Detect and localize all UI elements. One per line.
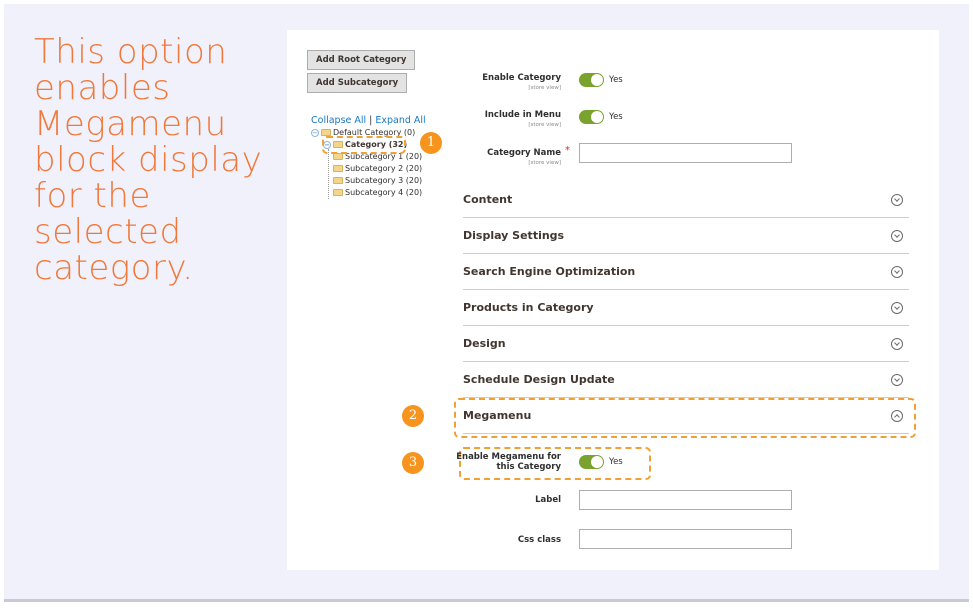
section-title: Design (463, 337, 506, 350)
tree-connector (328, 149, 329, 199)
chevron-down-icon[interactable] (891, 266, 903, 278)
chevron-down-icon[interactable] (891, 230, 903, 242)
caption-line: block display (34, 140, 263, 180)
toggle-value: Yes (609, 112, 623, 122)
tree-node-subcategory[interactable]: Subcategory 2 (20) (333, 163, 422, 174)
step-badge-1: 1 (420, 132, 442, 154)
scope-text: [store view] (528, 122, 561, 128)
enable-megamenu-label: Enable Megamenu for this Category (447, 452, 561, 472)
enable-category-toggle[interactable] (579, 73, 604, 87)
scope-text: [store view] (528, 160, 561, 166)
folder-icon (333, 189, 343, 196)
folder-icon (333, 177, 343, 184)
expand-all-link[interactable]: Expand All (375, 115, 425, 126)
megamenu-label-label: Label (447, 495, 561, 505)
section-title: Search Engine Optimization (463, 265, 636, 278)
tree-node-subcategory[interactable]: Subcategory 4 (20) (333, 187, 422, 198)
tree-toggle-links: Collapse All | Expand All (311, 115, 426, 126)
caption-line: Megamenu (34, 104, 227, 144)
add-root-category-button[interactable]: Add Root Category (307, 50, 416, 70)
caption-line: This option (34, 32, 228, 72)
css-class-input[interactable] (579, 529, 792, 549)
caption-text: This option enables Megamenu block displ… (34, 34, 274, 286)
category-name-input[interactable] (579, 143, 792, 163)
chevron-down-icon[interactable] (891, 338, 903, 350)
field-label-text: Enable Category (482, 73, 561, 83)
caption-line: selected (34, 212, 182, 252)
toggle-value: Yes (609, 75, 623, 85)
link-separator: | (369, 115, 373, 126)
section-title: Products in Category (463, 301, 594, 314)
field-label-text: Css class (517, 535, 561, 545)
field-label-text: this Category (496, 462, 561, 472)
chevron-down-icon[interactable] (891, 194, 903, 206)
section-display-settings[interactable]: Display Settings (463, 218, 909, 254)
section-schedule-design-update[interactable]: Schedule Design Update (463, 362, 909, 398)
section-products-in-category[interactable]: Products in Category (463, 290, 909, 326)
chevron-down-icon[interactable] (891, 302, 903, 314)
caption-line: enables (34, 68, 171, 108)
enable-category-label: Enable Category [store view] (447, 73, 561, 93)
section-title: Schedule Design Update (463, 373, 615, 386)
step-badge-2: 2 (402, 405, 424, 427)
category-highlight-box (322, 136, 406, 154)
add-subcategory-button[interactable]: Add Subcategory (307, 73, 408, 93)
category-editor-panel: Add Root Category Add Subcategory Collap… (287, 30, 939, 570)
field-label-text: Label (535, 495, 561, 505)
include-in-menu-label: Include in Menu [store view] (447, 110, 561, 130)
section-title: Content (463, 193, 513, 206)
tree-node-label: Subcategory 2 (20) (345, 164, 423, 173)
include-in-menu-toggle[interactable] (579, 110, 604, 124)
required-marker: * (565, 145, 570, 156)
field-label-text: Enable Megamenu for (456, 452, 561, 462)
section-design[interactable]: Design (463, 326, 909, 362)
folder-icon (333, 165, 343, 172)
step-badge-3: 3 (402, 452, 424, 474)
folder-icon (333, 153, 343, 160)
toggle-value: Yes (609, 457, 623, 467)
enable-megamenu-toggle[interactable] (579, 455, 604, 469)
field-label-text: Include in Menu (484, 110, 561, 120)
caption-line: for the (34, 176, 151, 216)
megamenu-highlight-box (454, 398, 916, 438)
chevron-down-icon[interactable] (891, 374, 903, 386)
category-name-label: Category Name [store view] (447, 148, 561, 168)
tree-node-label: Subcategory 3 (20) (345, 176, 423, 185)
collapse-icon[interactable]: − (311, 128, 319, 137)
field-label-text: Category Name (487, 148, 561, 158)
tree-node-label: Subcategory 4 (20) (345, 188, 423, 197)
collapse-all-link[interactable]: Collapse All (311, 115, 366, 126)
caption-line: category. (34, 248, 194, 288)
css-class-label: Css class (447, 535, 561, 545)
megamenu-label-input[interactable] (579, 490, 792, 510)
section-title: Display Settings (463, 229, 565, 242)
folder-icon (321, 129, 331, 136)
section-content[interactable]: Content (463, 182, 909, 218)
tree-node-subcategory[interactable]: Subcategory 3 (20) (333, 175, 422, 186)
scope-text: [store view] (528, 85, 561, 91)
section-seo[interactable]: Search Engine Optimization (463, 254, 909, 290)
